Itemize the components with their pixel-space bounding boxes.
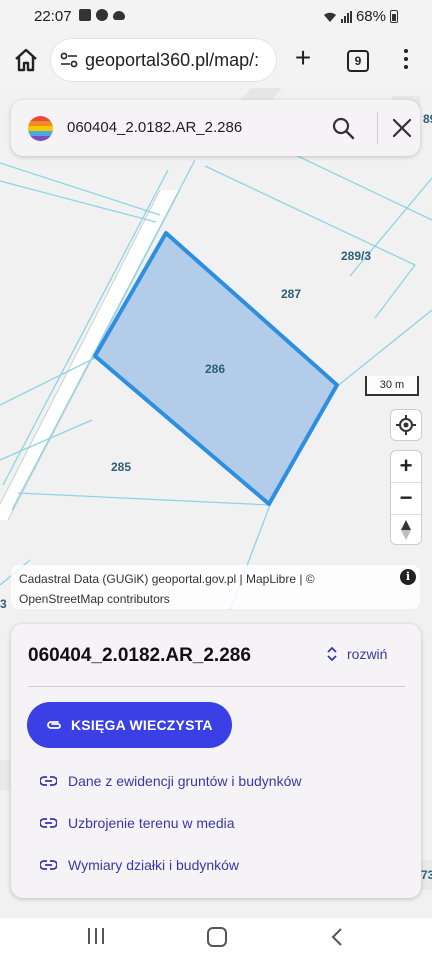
link-label: Uzbrojenie terenu w media bbox=[68, 815, 235, 831]
search-query[interactable]: 060404_2.0182.AR_2.286 bbox=[67, 119, 242, 136]
signal-icon bbox=[340, 10, 352, 23]
link-land-records[interactable]: Dane z ewidencji gruntów i budynków bbox=[40, 769, 301, 793]
attachment-icon bbox=[47, 721, 61, 729]
battery-icon bbox=[390, 10, 398, 23]
parcel-label: 289/3 bbox=[341, 249, 372, 263]
panel-divider bbox=[28, 686, 405, 687]
parcel-label: 287 bbox=[281, 287, 302, 301]
search-divider bbox=[377, 112, 378, 144]
expand-button[interactable]: rozwiń bbox=[327, 644, 387, 664]
expand-label: rozwiń bbox=[347, 646, 388, 662]
map-attribution: Cadastral Data (GUGiK) geoportal.gov.pl … bbox=[11, 565, 420, 609]
battery-percent: 68% bbox=[355, 8, 386, 25]
status-time: 22:07 bbox=[34, 8, 72, 25]
site-settings-icon[interactable] bbox=[60, 52, 78, 68]
link-label: Dane z ewidencji gruntów i budynków bbox=[68, 773, 302, 789]
parcel-label: 89 bbox=[423, 112, 432, 126]
land-register-button[interactable]: KSIĘGA WIECZYSTA bbox=[27, 702, 232, 748]
compass-button[interactable] bbox=[391, 515, 421, 546]
link-label: Wymiary działki i budynków bbox=[68, 857, 240, 873]
locate-icon bbox=[396, 415, 416, 435]
compass-icon bbox=[401, 520, 411, 540]
parcel-label: 285 bbox=[111, 460, 132, 474]
status-notification-icons bbox=[79, 9, 125, 21]
link-utilities[interactable]: Uzbrojenie terenu w media bbox=[40, 811, 235, 835]
globe-icon bbox=[96, 9, 108, 21]
url-text: geoportal360.pl/map/: bbox=[85, 50, 260, 70]
zoom-out-button[interactable]: − bbox=[391, 483, 421, 515]
link-icon bbox=[40, 860, 57, 870]
address-bar[interactable]: geoportal360.pl/map/: bbox=[51, 39, 276, 81]
map-scale: 30 m bbox=[365, 376, 419, 396]
gallery-icon bbox=[79, 9, 91, 21]
zoom-in-button[interactable]: + bbox=[391, 451, 421, 483]
parcel-id-title: 060404_2.0182.AR_2.286 bbox=[28, 645, 251, 666]
info-icon[interactable]: i bbox=[400, 569, 416, 585]
close-icon[interactable] bbox=[391, 117, 413, 139]
status-system-icons: 68% bbox=[323, 8, 398, 25]
app-logo-icon bbox=[28, 116, 53, 141]
zoom-controls: + − bbox=[391, 451, 421, 544]
search-icon[interactable] bbox=[331, 116, 355, 140]
home-icon[interactable] bbox=[12, 46, 40, 74]
unfold-icon bbox=[327, 646, 337, 662]
attribution-text: Cadastral Data (GUGiK) geoportal.gov.pl … bbox=[19, 572, 315, 606]
link-dimensions[interactable]: Wymiary działki i budynków bbox=[40, 853, 239, 877]
building-shape bbox=[240, 88, 282, 100]
parcel-label: 3 bbox=[0, 597, 7, 611]
status-bar: 22:07 68% bbox=[0, 0, 432, 32]
browser-toolbar: geoportal360.pl/map/: + 9 bbox=[0, 32, 432, 88]
parcel-label: 286 bbox=[205, 362, 226, 376]
parcel-details-panel: 060404_2.0182.AR_2.286 rozwiń KSIĘGA WIE… bbox=[11, 624, 421, 898]
link-icon bbox=[40, 776, 57, 786]
recents-icon[interactable] bbox=[88, 928, 104, 944]
system-nav-bar bbox=[0, 918, 432, 960]
more-menu-icon[interactable] bbox=[397, 49, 415, 73]
geolocate-button[interactable] bbox=[391, 410, 421, 440]
tab-switcher-button[interactable]: 9 bbox=[347, 50, 369, 72]
search-bar[interactable]: 060404_2.0182.AR_2.286 bbox=[11, 100, 420, 156]
back-icon[interactable] bbox=[330, 927, 344, 947]
parcel-label: 73 bbox=[421, 868, 432, 882]
cloud-icon bbox=[113, 11, 125, 20]
wifi-icon bbox=[323, 12, 336, 22]
land-register-label: KSIĘGA WIECZYSTA bbox=[71, 717, 213, 733]
new-tab-icon[interactable]: + bbox=[290, 44, 316, 74]
link-icon bbox=[40, 818, 57, 828]
nav-home-icon[interactable] bbox=[207, 927, 227, 947]
